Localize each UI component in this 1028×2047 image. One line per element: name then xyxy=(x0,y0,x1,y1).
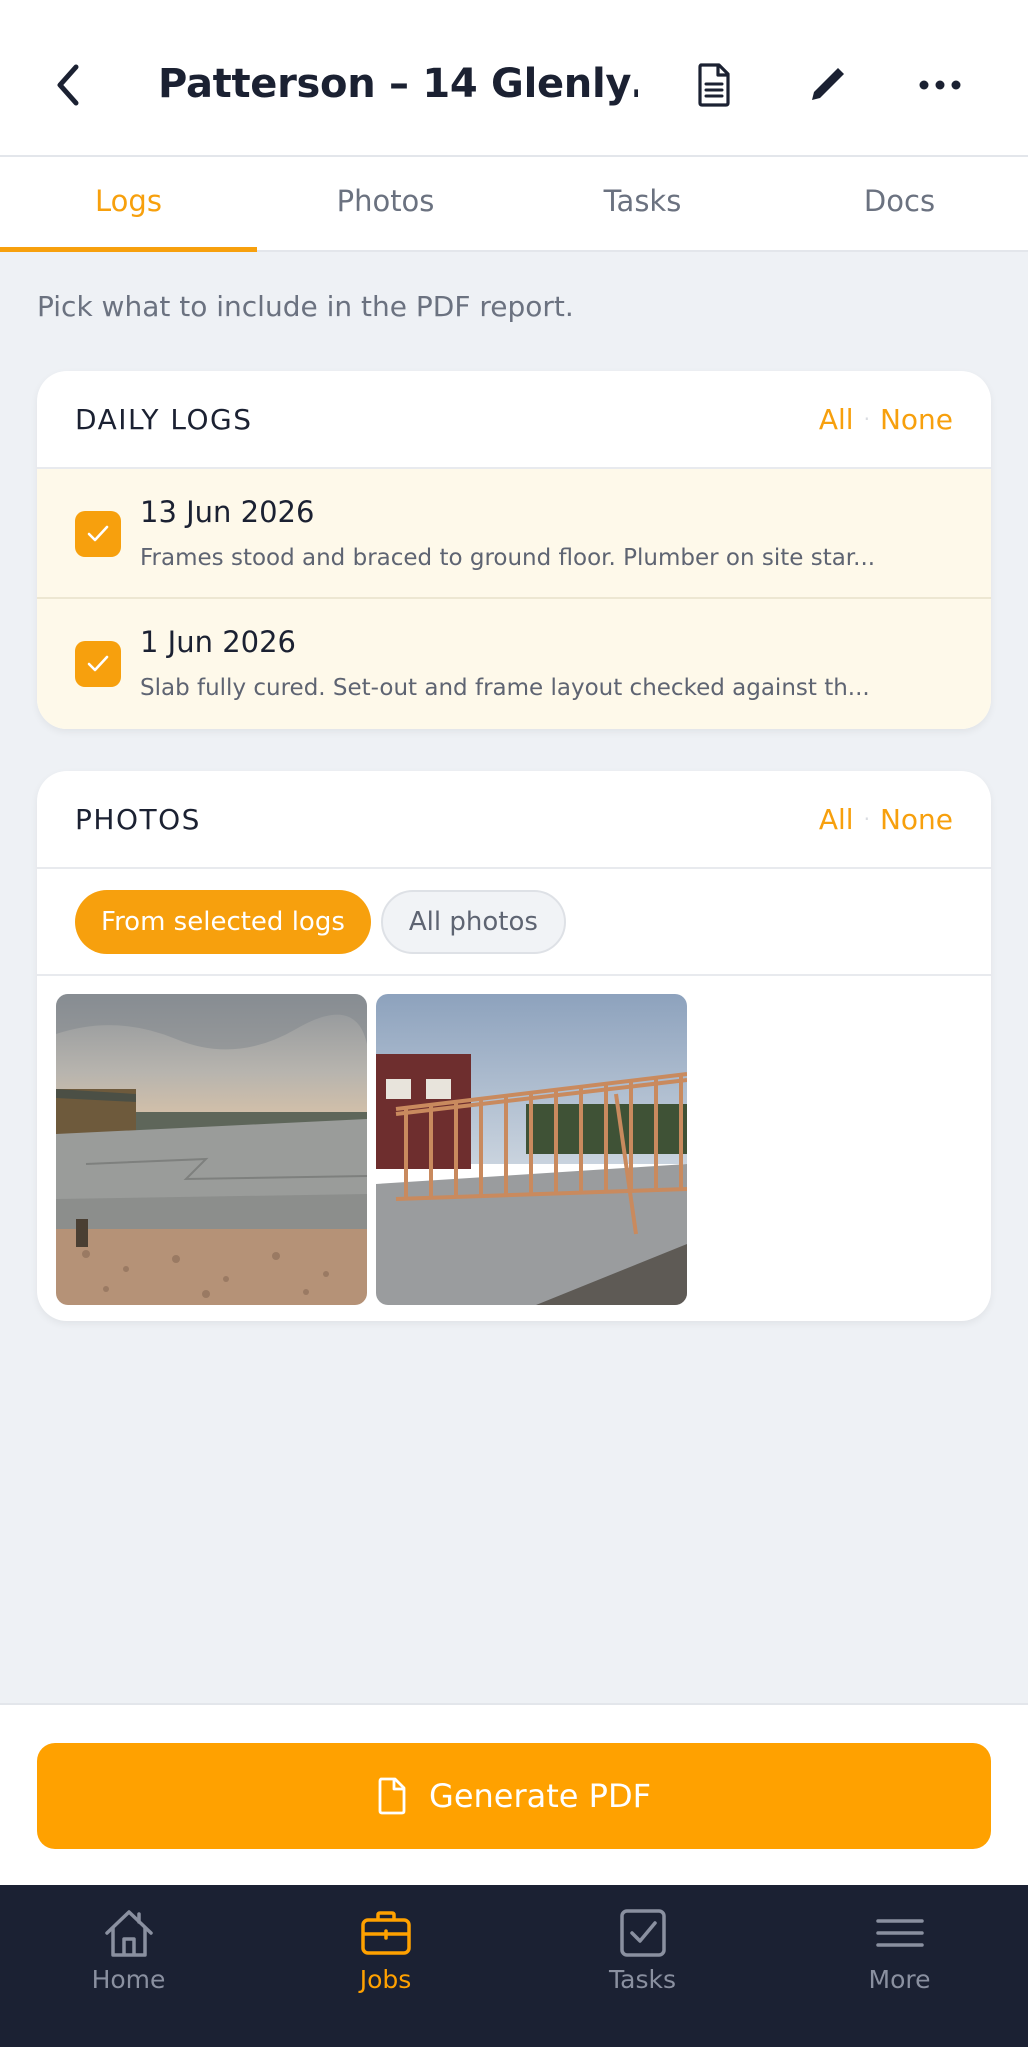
tab-logs[interactable]: Logs xyxy=(0,157,257,252)
tab-bar: Logs Photos Tasks Docs xyxy=(0,157,1028,252)
home-icon xyxy=(104,1910,153,1957)
daily-logs-card: DAILY LOGS All · None 13 Jun 2026 Frames… xyxy=(37,371,991,729)
log-item[interactable]: 1 Jun 2026 Slab fully cured. Set-out and… xyxy=(37,599,991,729)
checkbox-icon xyxy=(619,1909,666,1957)
generate-pdf-button[interactable]: Generate PDF xyxy=(37,1743,991,1849)
more-button[interactable] xyxy=(900,45,980,125)
log-checkbox[interactable] xyxy=(75,511,121,557)
log-description: Slab fully cured. Set-out and frame layo… xyxy=(140,675,870,701)
photo-filter-row: From selected logs All photos xyxy=(37,869,991,976)
daily-logs-header: DAILY LOGS All · None xyxy=(37,371,991,469)
action-bar: Generate PDF xyxy=(0,1703,1028,1885)
tab-tasks[interactable]: Tasks xyxy=(514,157,771,250)
photos-card: PHOTOS All · None From selected logs All… xyxy=(37,771,991,1321)
report-button[interactable] xyxy=(674,45,754,125)
tab-photos[interactable]: Photos xyxy=(257,157,514,250)
nav-jobs[interactable]: Jobs xyxy=(257,1885,514,2047)
concrete-slab-photo[interactable] xyxy=(56,994,367,1305)
document-icon xyxy=(698,63,730,107)
back-button[interactable] xyxy=(28,45,108,125)
nav-tasks-label: Tasks xyxy=(609,1965,676,1994)
nav-more[interactable]: More xyxy=(771,1885,1028,2047)
menu-icon xyxy=(875,1919,924,1947)
select-all-logs-button[interactable]: All xyxy=(819,403,854,436)
pencil-icon xyxy=(812,68,844,100)
nav-tasks[interactable]: Tasks xyxy=(514,1885,771,2047)
nav-more-label: More xyxy=(868,1965,931,1994)
filter-all-photos[interactable]: All photos xyxy=(380,889,566,954)
tab-docs[interactable]: Docs xyxy=(771,157,1028,250)
separator-dot: · xyxy=(863,407,870,431)
log-date: 13 Jun 2026 xyxy=(140,495,315,529)
nav-home[interactable]: Home xyxy=(0,1885,257,2047)
checkmark-icon xyxy=(87,655,109,672)
edit-button[interactable] xyxy=(787,45,867,125)
app-header: Patterson – 14 Glenly… xyxy=(0,0,1028,157)
instruction-text: Pick what to include in the PDF report. xyxy=(37,290,574,323)
nav-home-label: Home xyxy=(91,1965,166,1994)
page-title: Patterson – 14 Glenly… xyxy=(158,61,638,107)
file-icon xyxy=(378,1777,406,1815)
photo-grid xyxy=(37,976,991,1321)
photos-header: PHOTOS All · None xyxy=(37,771,991,869)
log-date: 1 Jun 2026 xyxy=(140,625,297,659)
bottom-nav: Home Jobs Tasks More xyxy=(0,1885,1028,2047)
photos-title: PHOTOS xyxy=(75,802,201,836)
select-none-logs-button[interactable]: None xyxy=(880,403,953,436)
photos-actions: All · None xyxy=(819,803,953,836)
filter-from-selected-logs[interactable]: From selected logs xyxy=(75,889,371,954)
select-all-photos-button[interactable]: All xyxy=(819,803,854,836)
log-item[interactable]: 13 Jun 2026 Frames stood and braced to g… xyxy=(37,469,991,599)
daily-logs-actions: All · None xyxy=(819,403,953,436)
nav-jobs-label: Jobs xyxy=(359,1965,412,1994)
more-icon xyxy=(919,80,961,90)
separator-dot: · xyxy=(863,807,870,831)
generate-pdf-label: Generate PDF xyxy=(429,1777,651,1815)
daily-logs-title: DAILY LOGS xyxy=(75,402,253,436)
timber-frame-photo[interactable] xyxy=(376,994,687,1305)
checkmark-icon xyxy=(87,525,109,542)
briefcase-icon xyxy=(360,1911,411,1955)
back-arrow-icon xyxy=(57,64,79,106)
log-description: Frames stood and braced to ground floor.… xyxy=(140,545,876,571)
log-checkbox[interactable] xyxy=(75,641,121,687)
select-none-photos-button[interactable]: None xyxy=(880,803,953,836)
